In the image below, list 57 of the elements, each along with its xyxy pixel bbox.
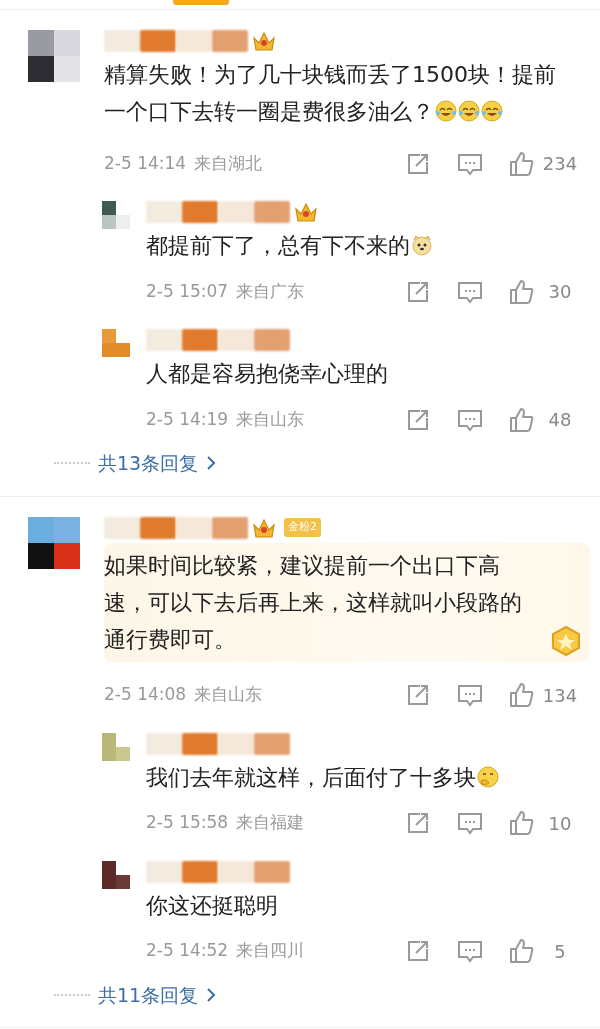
comment-icon <box>456 407 484 432</box>
comment-text: 如果时间比较紧，建议提前一个出口下高速，可以下去后再上来，这样就叫小段路的通行费即可。 <box>104 551 523 654</box>
comment-time: 2-5 14:08 <box>104 683 187 707</box>
dog-emoji-icon <box>411 234 433 256</box>
comment-time: 2-5 14:14 <box>104 151 187 175</box>
thumbs-up-icon <box>508 682 534 708</box>
comment-button[interactable] <box>456 151 484 176</box>
more-replies-link[interactable]: 共13条回复 <box>98 449 217 478</box>
crown-icon <box>252 30 276 52</box>
laughing-emoji-icon <box>458 100 480 122</box>
more-replies-link[interactable]: 共11条回复 <box>98 980 217 1009</box>
thumbs-up-icon <box>508 406 534 433</box>
dotted-leader <box>54 462 90 465</box>
like-button[interactable]: 5 <box>508 937 578 965</box>
comment-location: 来自福建 <box>236 811 305 835</box>
comment-icon <box>456 279 484 304</box>
chevron-right-icon <box>206 455 217 472</box>
like-button[interactable]: 48 <box>508 406 578 433</box>
comment-text: 人都是容易抱侥幸心理的 <box>146 360 389 388</box>
comment-location: 来自四川 <box>236 939 305 963</box>
like-button[interactable]: 134 <box>508 681 578 709</box>
thumbs-up-icon <box>508 938 534 964</box>
comment-text: 我们去年就这样，后面付了十多块 <box>146 758 578 796</box>
comment-button[interactable] <box>456 279 484 304</box>
comment-location: 来自湖北 <box>194 151 263 175</box>
comment-button[interactable] <box>456 811 484 835</box>
thumbs-up-icon <box>508 810 534 836</box>
comment-button[interactable] <box>456 683 484 707</box>
tab-indicator <box>173 0 229 5</box>
like-button[interactable]: 10 <box>508 809 578 837</box>
comment-text: 精算失败！为了几十块钱而丢了1500块！提前一个口下去转一圈是费很多油么？ <box>104 61 557 126</box>
comment-button[interactable] <box>456 407 484 432</box>
thumbs-up-icon <box>508 278 534 305</box>
comment-icon <box>456 939 484 963</box>
comment-location: 来自山东 <box>194 683 263 707</box>
comment-location: 来自山东 <box>236 407 305 431</box>
comment-time: 2-5 15:58 <box>146 811 229 835</box>
comment-button[interactable] <box>456 939 484 963</box>
comment-icon <box>456 151 484 176</box>
like-button[interactable]: 30 <box>508 278 578 305</box>
comment-text: 你这还挺聪明 <box>146 891 279 920</box>
chevron-right-icon <box>206 986 217 1003</box>
comment-icon <box>456 811 484 835</box>
comment-text: 都提前下了，总有下不来的 <box>146 227 578 264</box>
dotted-leader <box>54 993 90 996</box>
laughing-emoji-icon <box>481 100 503 122</box>
like-button[interactable]: 234 <box>508 150 578 177</box>
comment-time: 2-5 15:07 <box>146 279 229 303</box>
crown-icon <box>294 201 318 223</box>
comment-time: 2-5 14:19 <box>146 407 229 431</box>
comment-icon <box>456 683 484 707</box>
thinking-emoji-icon <box>477 765 499 788</box>
fan-level-badge: 金粉2 <box>284 518 321 537</box>
laughing-emoji-icon <box>435 100 457 122</box>
comment-time: 2-5 14:52 <box>146 939 229 963</box>
thumbs-up-icon <box>508 150 534 177</box>
comment-location: 来自广东 <box>236 279 305 303</box>
